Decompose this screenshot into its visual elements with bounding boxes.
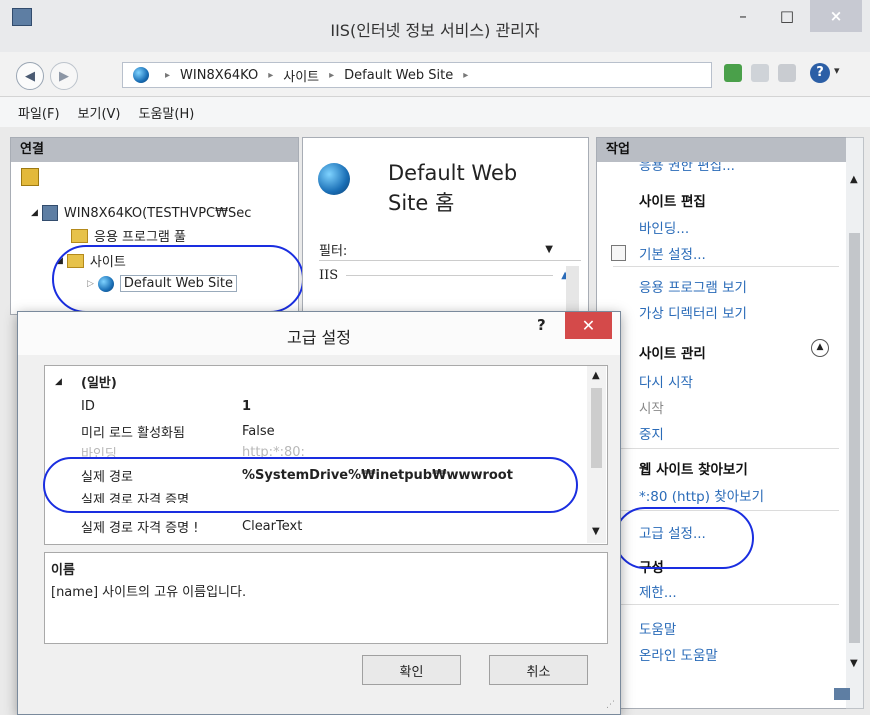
crumb-server[interactable]: WIN8X64KO	[180, 68, 258, 83]
action-limits[interactable]: 제한...	[639, 581, 677, 601]
highlight-circle	[614, 507, 754, 569]
menu-view[interactable]: 보기(V)	[78, 103, 121, 122]
scroll-down-icon[interactable]: ▼	[592, 526, 600, 537]
resize-grip-icon[interactable]: ⋰	[606, 700, 615, 710]
arrow-right-icon: ▶	[59, 68, 69, 84]
filter-bar[interactable]: 필터: ▼	[319, 238, 581, 261]
forward-button[interactable]: ▶	[50, 62, 78, 90]
refresh-icon[interactable]	[724, 64, 742, 82]
property-grid: ◢ (일반) ID 1 미리 로드 활성화됨 False 바인딩 http:*:80:…	[44, 365, 608, 545]
menu-help[interactable]: 도움말(H)	[139, 103, 195, 122]
home-icon[interactable]	[778, 64, 796, 82]
server-icon	[41, 205, 58, 221]
category-general[interactable]: ◢ (일반)	[45, 370, 587, 393]
actions-title: 작업	[597, 138, 847, 162]
center-scrollbar[interactable]	[566, 266, 579, 314]
collapse-up-icon[interactable]: ▲	[811, 339, 829, 357]
tree-item-server[interactable]: ◢ WIN8X64KO(TESTHVPC₩Sec	[31, 205, 251, 221]
action-start: 시작	[639, 401, 664, 417]
crumb-sites[interactable]: 사이트	[283, 66, 319, 85]
connections-title: 연결	[11, 138, 298, 162]
help-dropdown-icon[interactable]: ▾	[834, 64, 840, 77]
action-view-vdirs[interactable]: 가상 디렉터리 보기	[639, 302, 747, 322]
property-row[interactable]: ID 1	[45, 395, 587, 418]
section-site-edit: 사이트 편집	[639, 194, 706, 210]
filter-label: 필터:	[319, 243, 348, 259]
scroll-up-icon[interactable]: ▲	[850, 174, 858, 185]
home-title: Default Web Site 홈	[388, 161, 518, 215]
highlight-circle	[52, 245, 304, 313]
description-title: 이름	[51, 563, 75, 578]
dialog-title-bar: 고급 설정 ? ✕	[18, 312, 620, 355]
maximize-button[interactable]: □	[766, 0, 808, 32]
collapse-icon[interactable]: ◢	[31, 208, 38, 218]
action-bindings[interactable]: 바인딩...	[639, 217, 689, 237]
group-iis[interactable]: IIS ▲	[319, 268, 569, 283]
back-button[interactable]: ◀	[16, 62, 44, 90]
action-basic-settings[interactable]: 기본 설정...	[639, 243, 706, 263]
menu-file[interactable]: 파일(F)	[18, 103, 60, 122]
crumb-site[interactable]: Default Web Site	[344, 68, 453, 83]
status-server-icon	[834, 688, 850, 700]
tree-item-app-pools[interactable]: 응용 프로그램 풀	[71, 226, 186, 245]
action-stop[interactable]: 중지	[639, 423, 664, 443]
app-pool-icon	[71, 228, 88, 243]
actions-scrollbar[interactable]: ▲ ▼	[846, 137, 864, 709]
collapse-icon[interactable]: ◢	[55, 377, 62, 387]
section-browse: 웹 사이트 찾아보기	[639, 462, 748, 478]
description-text: [name] 사이트의 고유 이름입니다.	[51, 585, 247, 600]
address-breadcrumb[interactable]: ▸ WIN8X64KO ▸ 사이트 ▸ Default Web Site ▸	[122, 62, 712, 88]
scroll-thumb[interactable]	[591, 388, 602, 468]
minimize-button[interactable]: –	[722, 0, 764, 32]
highlight-circle	[43, 457, 578, 513]
grid-scrollbar[interactable]: ▲ ▼	[587, 366, 606, 543]
action-help[interactable]: 도움말	[639, 618, 676, 638]
advanced-settings-dialog: 고급 설정 ? ✕ ◢ (일반) ID 1 미리 로드 활성화됨 False 바인딩…	[17, 311, 621, 715]
close-icon: ✕	[581, 316, 596, 335]
property-row[interactable]: 실제 경로 자격 증명 ! ClearText	[45, 515, 587, 538]
action-online-help[interactable]: 온라인 도움말	[639, 644, 718, 664]
dialog-help-button[interactable]: ?	[537, 316, 546, 334]
title-bar: IIS(인터넷 정보 서비스) 관리자 – □ ×	[0, 0, 870, 52]
arrow-left-icon: ◀	[25, 68, 35, 84]
scroll-thumb[interactable]	[849, 233, 860, 643]
cancel-button[interactable]: 취소	[489, 655, 588, 685]
action-restart[interactable]: 다시 시작	[639, 371, 693, 391]
section-manage-site: 사이트 관리	[639, 346, 706, 362]
connect-icon[interactable]	[21, 168, 39, 186]
dialog-close-button[interactable]: ✕	[565, 312, 612, 339]
action-view-apps[interactable]: 응용 프로그램 보기	[639, 276, 747, 296]
stop-icon[interactable]	[751, 64, 769, 82]
filter-dropdown-icon[interactable]: ▼	[545, 244, 553, 255]
action-edit-permissions[interactable]: 응용 권한 편집...	[639, 162, 735, 171]
dialog-title: 고급 설정	[287, 328, 351, 347]
globe-icon	[133, 67, 149, 83]
property-row[interactable]: 미리 로드 활성화됨 False	[45, 420, 587, 443]
actions-pane: 작업 응용 권한 편집... 사이트 편집 바인딩... 기본 설정... 응용…	[596, 137, 848, 709]
scroll-up-icon[interactable]: ▲	[592, 370, 600, 381]
close-button[interactable]: ×	[810, 0, 862, 32]
site-globe-icon	[318, 163, 350, 195]
settings-icon	[611, 245, 626, 261]
home-pane: Default Web Site 홈 필터: ▼ IIS ▲	[302, 137, 589, 315]
scroll-down-icon[interactable]: ▼	[850, 658, 858, 669]
ok-button[interactable]: 확인	[362, 655, 461, 685]
description-box: 이름 [name] 사이트의 고유 이름입니다.	[44, 552, 608, 644]
menu-bar: 파일(F) 보기(V) 도움말(H)	[0, 97, 870, 127]
help-icon[interactable]: ?	[810, 63, 830, 83]
action-browse-80[interactable]: *:80 (http) 찾아보기	[639, 485, 764, 505]
